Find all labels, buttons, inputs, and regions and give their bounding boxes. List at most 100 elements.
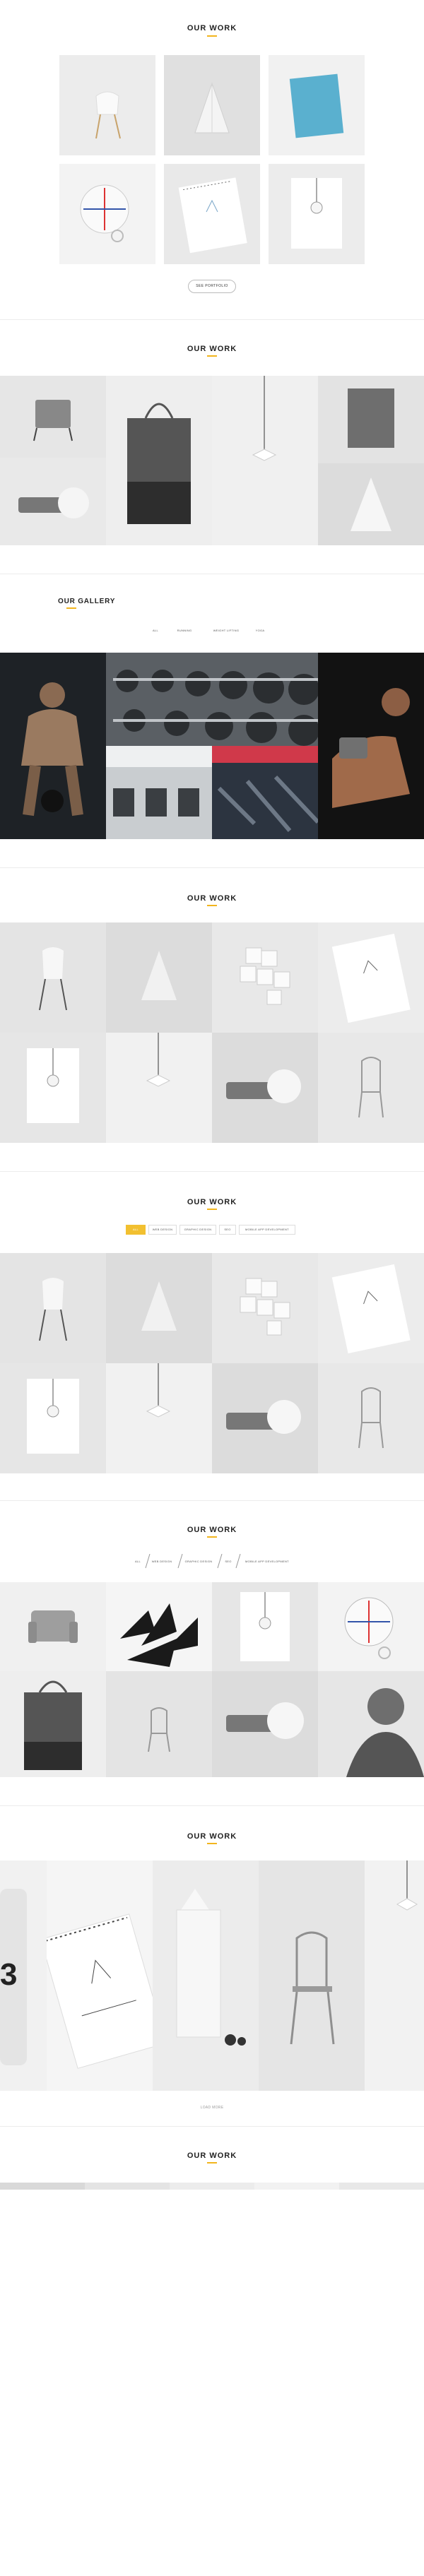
portfolio-item-tote-bag[interactable] [106,376,212,545]
title-underline [207,1536,217,1538]
portfolio-item-wooden-chair[interactable] [318,1033,424,1143]
lamp-pipe-image [212,1033,318,1143]
filter-yoga[interactable]: YOGA [252,629,269,632]
portfolio-item-wooden-chair[interactable] [318,1363,424,1473]
portfolio-item-compass[interactable] [318,1582,424,1671]
compass-image [59,164,155,264]
filter-all[interactable]: ALL [126,1225,146,1235]
portfolio-item-pendant[interactable] [106,1033,212,1143]
portfolio-item-cubes[interactable] [212,922,318,1033]
portfolio-item-chair[interactable] [59,55,155,155]
pendant-image [212,376,318,545]
gallery-item-kettlebell-man[interactable] [0,653,106,839]
portfolio-item-partial[interactable] [85,2183,170,2190]
chair-image [0,922,106,1033]
title-underline [207,2162,217,2164]
lamp-image [106,1253,212,1363]
filter-seo[interactable]: SEO [219,1225,236,1235]
filter-all[interactable]: ALL [148,629,163,632]
lamp-pipe-image [212,1671,318,1777]
portfolio-item-lamp-pipe[interactable] [0,458,106,545]
pendant-image [106,1363,212,1473]
filter-web-design[interactable]: WEB DESIGN [148,1225,177,1235]
portfolio-item-pendant[interactable] [212,376,318,545]
portfolio-item-bulb[interactable] [212,1582,318,1671]
portfolio-item-sketchbook[interactable] [318,922,424,1033]
filter-running[interactable]: RUNNING [172,629,196,632]
armchair-image [0,376,106,458]
portfolio-item-gray-book[interactable] [318,376,424,463]
bulb-image [0,1363,106,1473]
bulb-image [269,164,365,264]
book-image [269,55,365,155]
portfolio-item-armchair[interactable] [0,1582,106,1671]
portfolio-item-partial[interactable] [0,2183,85,2190]
load-more-link[interactable]: LOAD MORE [191,2106,233,2110]
gray-book-image [318,376,424,463]
wooden-chair-image [318,1363,424,1473]
portrait-image [318,1671,424,1777]
spiky-object-image [106,1582,212,1671]
portfolio-item-cubes[interactable] [212,1253,318,1363]
filter-mobile-app[interactable]: MOBILE APP DEVELOPMENT [239,1225,295,1235]
section2-title: OUR WORK [187,345,237,353]
portfolio-item-pendant[interactable] [365,1860,424,2091]
title-underline [207,1209,217,1210]
pendant-image [365,1860,424,2091]
portfolio-item-lamp[interactable] [106,1253,212,1363]
portfolio-item-pendant[interactable] [106,1363,212,1473]
portfolio-item-chair[interactable] [0,1253,106,1363]
portfolio-item-partial[interactable] [170,2183,254,2190]
portfolio-item-lamp-pipe[interactable] [212,1033,318,1143]
title-underline [207,35,217,37]
sketchbook-image [47,1860,153,2091]
portfolio-item-lamp-pipe[interactable] [212,1671,318,1777]
see-portfolio-button[interactable]: SEE PORTFOLIO [188,280,236,293]
portfolio-item-bulb[interactable] [269,164,365,264]
portfolio-item-wooden-chair[interactable] [259,1860,365,2091]
gallery-item-dumbbell-rack[interactable] [106,653,318,746]
portfolio-item-tote-bag[interactable] [0,1671,106,1777]
section8-title: OUR WORK [187,2151,237,2160]
wooden-chair-image [318,1033,424,1143]
portfolio-item-compass[interactable] [59,164,155,264]
portfolio-item-lamp[interactable] [106,922,212,1033]
portfolio-item-armchair[interactable] [0,376,106,458]
portfolio-item-partial[interactable] [254,2183,339,2190]
gallery-item-gym-interior[interactable] [106,746,212,839]
bottle-image: 3 [0,1860,47,2091]
portfolio-item-white-lamp[interactable] [318,463,424,545]
section1-title: OUR WORK [187,24,237,32]
portfolio-item-partial[interactable] [339,2183,424,2190]
portfolio-item-spiky-object[interactable] [106,1582,212,1671]
section-divider [0,1171,424,1172]
filter-graphic-design[interactable]: GRAPHIC DESIGN [179,1225,216,1235]
portfolio-item-sketchbook[interactable] [318,1253,424,1363]
portfolio-item-sketchbook[interactable] [164,164,260,264]
portfolio-item-bottle[interactable]: 3 [0,1860,47,2091]
gallery-item-dumbbell-curl[interactable] [318,653,424,839]
filter-weight-lifting[interactable]: WEIGHT LIFTING [206,629,246,632]
title-underline [66,607,76,609]
wooden-chair-image [106,1671,212,1777]
lamp-image [164,55,260,155]
sketchbook-image [318,922,424,1033]
filter-separators [145,1554,241,1569]
portfolio-item-wooden-chair[interactable] [106,1671,212,1777]
gallery-item-treadmills[interactable] [212,746,318,839]
cubes-image [212,1253,318,1363]
pendant-image [106,1033,212,1143]
portfolio-item-portrait[interactable] [318,1671,424,1777]
portfolio-item-gift-bag[interactable] [153,1860,259,2091]
chair-image [59,55,155,155]
section-divider [0,1805,424,1806]
gift-bag-image [153,1860,259,2091]
portfolio-item-sketchbook[interactable] [47,1860,153,2091]
compass-image [318,1582,424,1671]
portfolio-item-bulb[interactable] [0,1033,106,1143]
portfolio-item-book[interactable] [269,55,365,155]
portfolio-item-lamp[interactable] [164,55,260,155]
portfolio-item-chair[interactable] [0,922,106,1033]
portfolio-item-bulb[interactable] [0,1363,106,1473]
portfolio-item-lamp-pipe[interactable] [212,1363,318,1473]
